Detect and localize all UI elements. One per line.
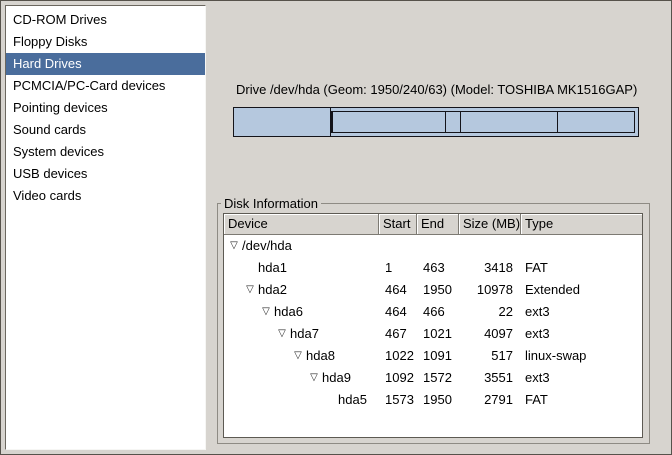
device-cell: hda1 xyxy=(224,257,379,279)
start-cell: 1092 xyxy=(379,367,417,389)
sidebar-item-usb-devices[interactable]: USB devices xyxy=(6,163,205,185)
device-label: hda1 xyxy=(258,257,287,279)
device-category-list: CD-ROM DrivesFloppy DisksHard DrivesPCMC… xyxy=(5,5,206,450)
device-label: hda2 xyxy=(258,279,287,301)
column-header-size-mb[interactable]: Size (MB) xyxy=(459,214,521,235)
expander-open-icon[interactable]: ▽ xyxy=(290,345,306,367)
sidebar-item-pointing-devices[interactable]: Pointing devices xyxy=(6,97,205,119)
start-cell xyxy=(379,235,417,257)
size-cell: 3551 xyxy=(459,367,521,389)
type-cell xyxy=(521,235,642,257)
device-label: hda8 xyxy=(306,345,335,367)
size-cell: 22 xyxy=(459,301,521,323)
disk-table: DeviceStartEndSize (MB)Type ▽/dev/hdahda… xyxy=(223,213,643,438)
expander-open-icon[interactable]: ▽ xyxy=(258,301,274,323)
expander-open-icon[interactable]: ▽ xyxy=(226,235,242,257)
size-cell: 3418 xyxy=(459,257,521,279)
partition-bar xyxy=(233,107,639,137)
device-cell: ▽hda2 xyxy=(224,279,379,301)
device-cell: ▽/dev/hda xyxy=(224,235,379,257)
table-row-hda8[interactable]: ▽hda810221091517linux-swap xyxy=(224,345,642,367)
table-row-hda7[interactable]: ▽hda746710214097ext3 xyxy=(224,323,642,345)
device-cell: ▽hda8 xyxy=(224,345,379,367)
expander-open-icon[interactable]: ▽ xyxy=(274,323,290,345)
size-cell: 517 xyxy=(459,345,521,367)
device-cell: ▽hda9 xyxy=(224,367,379,389)
end-cell xyxy=(417,235,459,257)
column-header-type[interactable]: Type xyxy=(521,214,642,235)
start-cell: 464 xyxy=(379,301,417,323)
expander-open-icon[interactable]: ▽ xyxy=(306,367,322,389)
hardware-browser-window: CD-ROM DrivesFloppy DisksHard DrivesPCMC… xyxy=(0,0,672,455)
sidebar-item-system-devices[interactable]: System devices xyxy=(6,141,205,163)
sidebar-item-sound-cards[interactable]: Sound cards xyxy=(6,119,205,141)
start-cell: 467 xyxy=(379,323,417,345)
sidebar-item-floppy-disks[interactable]: Floppy Disks xyxy=(6,31,205,53)
start-cell: 464 xyxy=(379,279,417,301)
disk-information-label: Disk Information xyxy=(221,196,321,211)
device-label: hda6 xyxy=(274,301,303,323)
start-cell: 1573 xyxy=(379,389,417,411)
device-cell: hda5 xyxy=(224,389,379,411)
sidebar-item-cd-rom-drives[interactable]: CD-ROM Drives xyxy=(6,9,205,31)
partition-segment-hda9 xyxy=(461,112,559,132)
device-label: hda9 xyxy=(322,367,351,389)
size-cell: 10978 xyxy=(459,279,521,301)
size-cell: 2791 xyxy=(459,389,521,411)
disk-table-body: ▽/dev/hdahda114633418FAT▽hda246419501097… xyxy=(224,235,642,411)
expander-open-icon[interactable]: ▽ xyxy=(242,279,258,301)
table-row-hda6[interactable]: ▽hda646446622ext3 xyxy=(224,301,642,323)
device-label: hda7 xyxy=(290,323,319,345)
end-cell: 1021 xyxy=(417,323,459,345)
end-cell: 1950 xyxy=(417,279,459,301)
column-header-start[interactable]: Start xyxy=(379,214,417,235)
type-cell: Extended xyxy=(521,279,642,301)
end-cell: 1950 xyxy=(417,389,459,411)
size-cell: 4097 xyxy=(459,323,521,345)
end-cell: 466 xyxy=(417,301,459,323)
table-row-hda2[interactable]: ▽hda2464195010978Extended xyxy=(224,279,642,301)
type-cell: FAT xyxy=(521,389,642,411)
end-cell: 1572 xyxy=(417,367,459,389)
partition-segment-hda7 xyxy=(333,112,445,132)
device-cell: ▽hda7 xyxy=(224,323,379,345)
partition-segment-hda2 xyxy=(331,108,638,136)
disk-table-header: DeviceStartEndSize (MB)Type xyxy=(224,214,642,235)
sidebar-item-hard-drives[interactable]: Hard Drives xyxy=(6,53,205,75)
table-row-hda1[interactable]: hda1 14633418FAT xyxy=(224,257,642,279)
type-cell: FAT xyxy=(521,257,642,279)
partition-segment-hda5 xyxy=(558,112,634,132)
type-cell: ext3 xyxy=(521,367,642,389)
size-cell xyxy=(459,235,521,257)
device-label: hda5 xyxy=(338,389,367,411)
partition-segment-hda8 xyxy=(446,112,461,132)
type-cell: linux-swap xyxy=(521,345,642,367)
start-cell: 1 xyxy=(379,257,417,279)
end-cell: 463 xyxy=(417,257,459,279)
drive-title: Drive /dev/hda (Geom: 1950/240/63) (Mode… xyxy=(236,82,637,97)
table-row-hda5[interactable]: hda5 157319502791FAT xyxy=(224,389,642,411)
sidebar-item-pcmcia-pc-card-devices[interactable]: PCMCIA/PC-Card devices xyxy=(6,75,205,97)
extended-partition-box xyxy=(331,111,635,133)
column-header-device[interactable]: Device xyxy=(224,214,379,235)
table-row-hda9[interactable]: ▽hda9109215723551ext3 xyxy=(224,367,642,389)
partition-segment-hda1 xyxy=(234,108,331,136)
type-cell: ext3 xyxy=(521,301,642,323)
table-row-dev-hda[interactable]: ▽/dev/hda xyxy=(224,235,642,257)
device-label: /dev/hda xyxy=(242,235,292,257)
disk-information-frame: DeviceStartEndSize (MB)Type ▽/dev/hdahda… xyxy=(217,203,650,444)
end-cell: 1091 xyxy=(417,345,459,367)
start-cell: 1022 xyxy=(379,345,417,367)
sidebar-item-video-cards[interactable]: Video cards xyxy=(6,185,205,207)
type-cell: ext3 xyxy=(521,323,642,345)
device-cell: ▽hda6 xyxy=(224,301,379,323)
column-header-end[interactable]: End xyxy=(417,214,459,235)
